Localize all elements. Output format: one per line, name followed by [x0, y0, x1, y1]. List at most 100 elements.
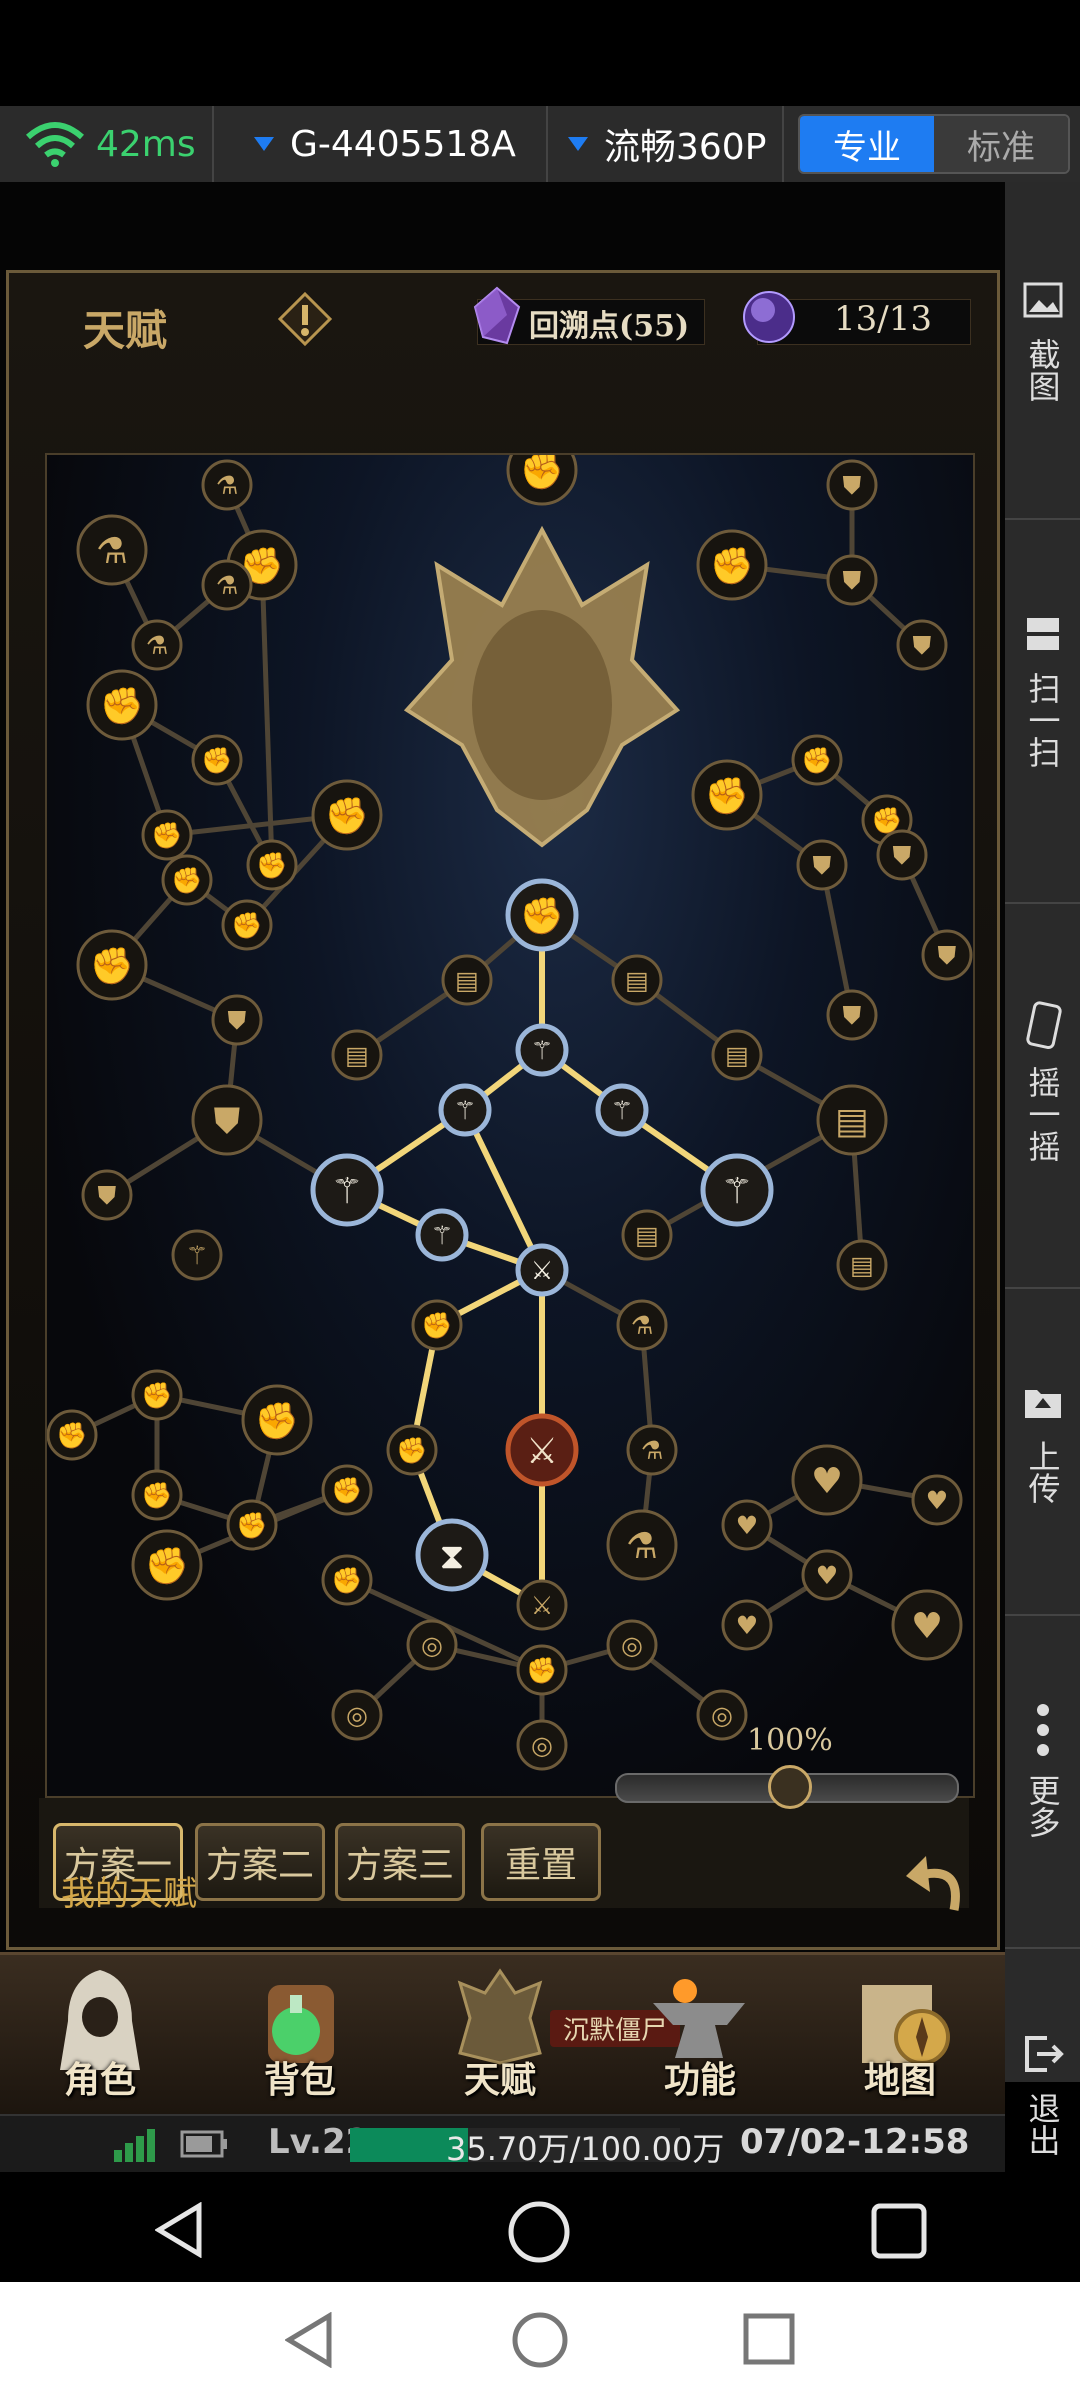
nav-label: 天赋 — [463, 2059, 536, 2101]
nav-label: 功能 — [663, 2059, 736, 2101]
nav-function[interactable]: 功能 — [600, 1955, 800, 2115]
flask-icon: ⚗ — [96, 531, 128, 572]
sidebar-divider — [1005, 902, 1080, 904]
target-icon: ◎ — [621, 1631, 643, 1660]
back-triangle-icon[interactable] — [155, 2202, 205, 2258]
claw-icon: ⚚ — [531, 1036, 554, 1065]
sidebar-label: 退出 — [1023, 2092, 1062, 2156]
warning-info-icon[interactable] — [277, 291, 333, 347]
back-triangle-icon[interactable] — [285, 2312, 335, 2368]
rollback-points-label: 回溯点(55) — [529, 309, 690, 344]
recents-square-icon[interactable] — [742, 2312, 796, 2366]
flask-icon: ⚗ — [641, 1436, 664, 1465]
dropdown-triangle-icon — [254, 137, 274, 151]
claw-icon: ⚚ — [611, 1096, 634, 1125]
sidebar-divider — [1005, 1614, 1080, 1616]
sidebar-divider — [1005, 1947, 1080, 1949]
target-icon: ◎ — [421, 1631, 443, 1660]
home-circle-icon[interactable] — [510, 2310, 570, 2370]
clock-datetime: 07/02-12:58 — [740, 2122, 970, 2162]
fist-icon: ✊ — [396, 1436, 427, 1466]
game-status-bar: Lv.22 35.70万/100.00万 07/02-12:58 — [0, 2114, 1005, 2172]
talent-counter: 13/13 — [834, 299, 932, 339]
book-icon: ▤ — [455, 966, 479, 995]
mode-switch: 专业 标准 — [798, 114, 1070, 174]
zoom-slider[interactable] — [615, 1765, 959, 1809]
claw-icon: ⚚ — [186, 1241, 209, 1270]
flask-icon: ⚗ — [626, 1526, 658, 1567]
zoom-slider-handle[interactable] — [768, 1765, 812, 1809]
mode-standard-button[interactable]: 标准 — [934, 116, 1068, 172]
shield-icon: ⛊ — [843, 1001, 862, 1030]
more-icon — [1036, 1704, 1049, 1756]
talent-link — [259, 564, 275, 866]
sidebar-exit[interactable]: 退出 — [1005, 2032, 1080, 2156]
plan2-button[interactable]: 方案二 — [195, 1823, 325, 1901]
shield-icon: ⛊ — [843, 471, 862, 500]
fist-icon: ✊ — [255, 1401, 299, 1442]
wifi-icon — [26, 122, 84, 167]
sidebar-label: 上传 — [1023, 1440, 1062, 1504]
sidebar-label: 摇一摇 — [1023, 1066, 1062, 1162]
sidebar-upload[interactable]: 上传 — [1005, 1380, 1080, 1504]
sword-icon: ⚔ — [531, 1591, 554, 1620]
device-selector[interactable]: G-4405518A — [214, 106, 548, 182]
shake-icon — [1025, 1001, 1062, 1050]
claw-icon: ⚚ — [721, 1171, 753, 1212]
reset-button[interactable]: 重置 — [481, 1823, 601, 1901]
nav-map[interactable]: 地图 — [800, 1955, 1000, 2115]
fist-icon: ✊ — [141, 1381, 172, 1411]
sidebar-screenshot[interactable]: 截图 — [1005, 278, 1080, 402]
talent-tree[interactable]: ✊ ⚚ ⚚ ⚚ ⚚ ⚚ ⚚ ⚔ ✊ ⚔ ✊ ⧗ ⚔ ⚗ ⚗ ⚗ ▤ ▤ ▤ ▤ ▤ ▤ ▤ ⛊ ⛊ ⛊ ⚚ ✊ ✊ ✊ ✊ ✊ ✊ ✊ ✊ ✊ ⚗ ⚗ ⚗ ⚗… — [45, 453, 975, 1798]
sidebar-label: 截图 — [1023, 338, 1062, 402]
book-icon: ▤ — [850, 1251, 874, 1280]
nav-character[interactable]: 角色 — [0, 1955, 200, 2115]
heart-icon: ♥ — [736, 1511, 759, 1540]
android-nav-game — [0, 2172, 1005, 2282]
sidebar-scan[interactable]: 扫一扫 — [1005, 612, 1080, 768]
fist-icon: ✊ — [256, 851, 287, 881]
sidebar-label: 更多 — [1023, 1774, 1062, 1838]
plan3-button[interactable]: 方案三 — [335, 1823, 465, 1901]
heart-icon: ♥ — [736, 1611, 759, 1640]
fist-icon: ✊ — [325, 796, 369, 837]
target-icon: ◎ — [531, 1731, 553, 1760]
android-nav-system — [0, 2282, 1080, 2400]
fist-icon: ✊ — [331, 1476, 362, 1506]
dragon-crest-face — [472, 610, 612, 800]
exit-icon — [1024, 2036, 1064, 2072]
battery-icon — [180, 2130, 227, 2158]
return-arrow-icon[interactable] — [904, 1848, 968, 1918]
device-id: G-4405518A — [290, 123, 516, 165]
nav-talent[interactable]: 沉默僵尸 天赋 — [400, 1955, 680, 2115]
claw-icon: ⚚ — [431, 1221, 454, 1250]
bottom-nav: 角色 背包 沉默僵尸 天赋 功能 地图 — [0, 1952, 1005, 2115]
quality-selector[interactable]: 流畅360P — [548, 106, 784, 182]
exp-value: 35.70万/100.00万 — [446, 2130, 725, 2168]
fist-icon: ✊ — [526, 1656, 557, 1686]
fist-icon: ✊ — [421, 1311, 452, 1341]
flask-icon: ⚗ — [216, 571, 239, 600]
stream-sidebar: 截图 扫一扫 摇一摇 上传 更多 退出 — [1005, 182, 1080, 2156]
talent-tree-canvas: ✊⚚⚚ ⚚⚚ ⚚⚚⚔✊⚔✊⧗⚔⚗⚗⚗▤ ▤▤ ▤▤▤▤⛊⛊⛊⚚✊✊✊✊✊✊✊✊✊⚗⚗⚗⚗… — [47, 455, 973, 1771]
book-icon: ▤ — [635, 1221, 659, 1250]
network-status: 42ms — [0, 106, 214, 182]
mode-pro-button[interactable]: 专业 — [800, 116, 934, 172]
flask-icon: ⚗ — [216, 471, 239, 500]
shield-icon: ⛊ — [228, 1006, 247, 1035]
nav-backpack[interactable]: 背包 — [200, 1955, 400, 2115]
recents-square-icon[interactable] — [870, 2202, 928, 2260]
quality-label: 流畅360P — [604, 127, 767, 168]
fist-icon: ✊ — [151, 821, 182, 851]
sidebar-more[interactable]: 更多 — [1005, 1702, 1080, 1838]
dropdown-triangle-icon — [568, 137, 588, 151]
fist-icon: ✊ — [145, 1546, 189, 1587]
heart-icon: ♥ — [816, 1561, 839, 1590]
shield-icon: ⛊ — [214, 1101, 241, 1142]
sidebar-shake[interactable]: 摇一摇 — [1005, 1000, 1080, 1162]
fist-icon: ✊ — [520, 455, 564, 492]
fist-icon: ✊ — [90, 946, 134, 987]
target-icon: ◎ — [711, 1701, 733, 1730]
stream-topbar: 42ms G-4405518A 流畅360P 专业 标准 — [0, 106, 1080, 182]
home-circle-icon[interactable] — [507, 2200, 571, 2264]
